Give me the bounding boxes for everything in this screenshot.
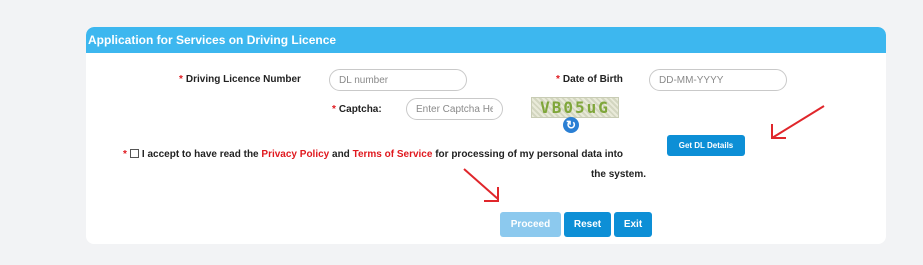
captcha-input[interactable] bbox=[406, 98, 503, 120]
consent-and: and bbox=[332, 149, 350, 160]
dob-label-text: Date of Birth bbox=[562, 74, 623, 85]
captcha-image: VB05uG bbox=[531, 97, 619, 118]
annotation-arrow-icon bbox=[463, 168, 499, 202]
captcha-label: * Captcha: bbox=[332, 104, 382, 115]
dl-number-input[interactable] bbox=[329, 69, 467, 91]
privacy-policy-link[interactable]: Privacy Policy bbox=[261, 149, 329, 160]
required-marker: * bbox=[179, 74, 183, 85]
consent-line-1: * I accept to have read the Privacy Polic… bbox=[123, 145, 646, 165]
dob-label: * Date of Birth bbox=[556, 74, 623, 85]
get-dl-details-button[interactable]: Get DL Details bbox=[667, 135, 745, 156]
exit-button[interactable]: Exit bbox=[614, 212, 652, 237]
reset-button[interactable]: Reset bbox=[564, 212, 611, 237]
terms-of-service-link[interactable]: Terms of Service bbox=[353, 149, 433, 160]
consent-suffix: for processing of my personal data into bbox=[435, 149, 624, 160]
captcha-label-text: Captcha: bbox=[338, 104, 382, 115]
required-marker: * bbox=[556, 74, 560, 85]
form-title: Application for Services on Driving Lice… bbox=[86, 27, 886, 53]
required-marker: * bbox=[332, 104, 336, 115]
consent-prefix: I accept to have read the bbox=[141, 149, 259, 160]
dob-input[interactable] bbox=[649, 69, 787, 91]
consent-block: * I accept to have read the Privacy Polic… bbox=[123, 145, 646, 185]
dl-number-label-text: Driving Licence Number bbox=[185, 74, 301, 85]
annotation-arrow-icon bbox=[771, 105, 825, 139]
refresh-icon[interactable]: ↻ bbox=[563, 117, 579, 133]
consent-checkbox[interactable] bbox=[129, 149, 139, 158]
required-marker: * bbox=[123, 149, 127, 160]
dl-number-label: * Driving Licence Number bbox=[179, 74, 301, 85]
proceed-button[interactable]: Proceed bbox=[500, 212, 561, 237]
consent-line-2: the system. bbox=[590, 169, 646, 180]
